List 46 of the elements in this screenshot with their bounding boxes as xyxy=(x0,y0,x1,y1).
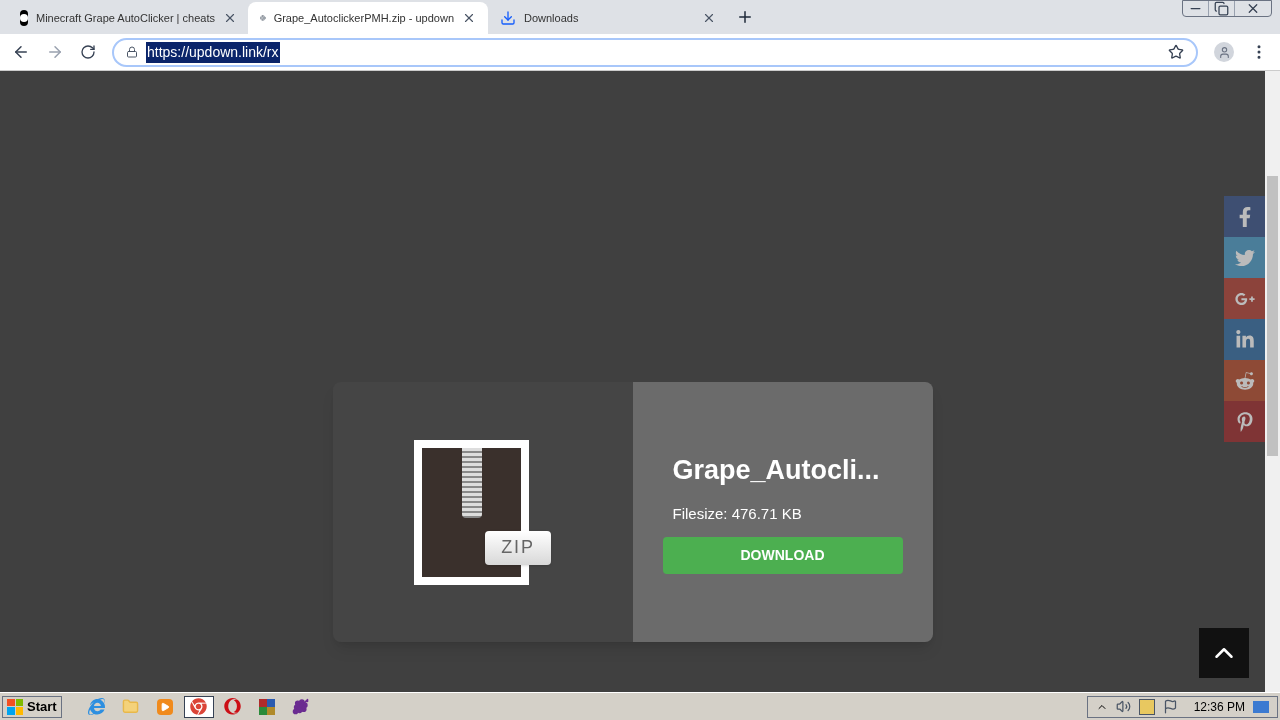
new-tab-icon[interactable] xyxy=(736,8,754,26)
forward-icon[interactable] xyxy=(46,43,64,61)
network-warning-icon[interactable] xyxy=(1138,698,1155,715)
download-icon xyxy=(500,10,516,26)
back-icon[interactable] xyxy=(12,43,30,61)
share-button[interactable] xyxy=(1224,278,1265,319)
speaker-icon[interactable] xyxy=(1115,699,1131,714)
tab-title: Grape_AutoclickerPMH.zip - updown xyxy=(273,10,454,26)
share-button[interactable] xyxy=(1224,360,1265,401)
close-icon[interactable] xyxy=(462,11,476,25)
play-icon xyxy=(156,698,173,715)
folder-icon xyxy=(122,698,140,715)
tab-title: Minecraft Grape AutoClicker | cheats xyxy=(36,10,215,26)
show-desktop-icon[interactable] xyxy=(1253,700,1269,713)
share-button[interactable] xyxy=(1224,401,1265,442)
address-bar[interactable]: https://updown.link/rx xyxy=(112,37,1198,67)
zipper-icon xyxy=(461,447,482,518)
books-icon xyxy=(258,698,275,715)
browser-e-icon xyxy=(88,698,106,715)
file-name: Grape_Autocli... xyxy=(672,454,881,487)
grape-icon xyxy=(292,698,310,715)
zip-badge: ZIP xyxy=(485,530,551,565)
lock-icon xyxy=(126,46,138,58)
clock: 12:36 PM xyxy=(1193,698,1245,716)
browser-tab[interactable]: Grape_AutoclickerPMH.zip - updown xyxy=(248,2,488,34)
share-button[interactable] xyxy=(1224,319,1265,360)
opera-icon xyxy=(224,698,242,715)
browser-tab[interactable]: Downloads xyxy=(488,2,728,34)
tab-title: Downloads xyxy=(524,10,580,26)
file-size: Filesize: 476.71 KB xyxy=(672,503,803,524)
flag-icon[interactable] xyxy=(1162,699,1178,714)
start-button[interactable]: Start xyxy=(2,695,62,718)
twitter-icon xyxy=(1234,247,1255,268)
share-button[interactable] xyxy=(1224,196,1265,237)
profile-avatar-icon[interactable] xyxy=(1214,42,1234,62)
bookmark-star-icon[interactable] xyxy=(1168,44,1184,60)
windows-logo-icon xyxy=(7,698,23,715)
linkedin-icon xyxy=(1234,329,1255,350)
taskbar-app-button[interactable] xyxy=(183,695,214,718)
url-text: https://updown.link/rx xyxy=(146,41,280,63)
chrome-icon xyxy=(190,698,208,715)
close-icon[interactable] xyxy=(702,11,716,25)
browser-tab[interactable]: Minecraft Grape AutoClicker | cheats xyxy=(8,2,248,34)
reddit-icon xyxy=(1234,370,1255,391)
reload-icon[interactable] xyxy=(80,44,96,60)
scroll-top-button[interactable] xyxy=(1199,628,1249,678)
